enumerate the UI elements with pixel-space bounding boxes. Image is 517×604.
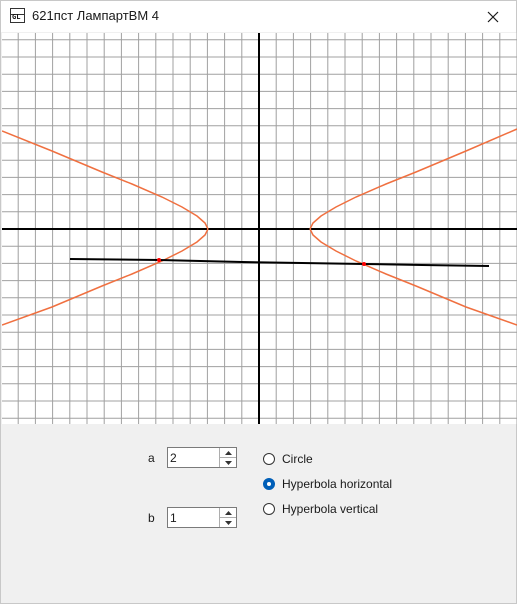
a-input[interactable]: 2 <box>170 451 177 465</box>
b-decrement-button[interactable] <box>220 518 236 527</box>
title-bar: GL 621пст ЛампартВМ 4 <box>1 1 516 32</box>
arrow-down-icon <box>224 460 232 465</box>
intersection-point-right <box>362 262 366 266</box>
radio-hyperbola-horizontal-label[interactable]: Hyperbola horizontal <box>282 477 392 491</box>
radio-indicator[interactable] <box>263 503 275 515</box>
app-gl-icon: GL <box>10 8 25 23</box>
radio-hyperbola-vertical[interactable]: Hyperbola vertical <box>263 501 378 517</box>
b-input[interactable]: 1 <box>170 511 177 525</box>
radio-hyperbola-vertical-label[interactable]: Hyperbola vertical <box>282 502 378 516</box>
window-title: 621пст ЛампартВМ 4 <box>32 8 160 23</box>
radio-hyperbola-horizontal[interactable]: Hyperbola horizontal <box>263 476 392 492</box>
app-window: GL 621пст ЛампартВМ 4 a 2 b 1 Circle Hyp… <box>0 0 517 604</box>
graph-canvas[interactable] <box>2 33 517 424</box>
arrow-up-icon <box>224 510 232 515</box>
a-label: a <box>148 451 155 465</box>
a-decrement-button[interactable] <box>220 458 236 467</box>
radio-indicator[interactable] <box>263 453 275 465</box>
b-spinbox[interactable]: 1 <box>167 507 237 528</box>
hyperbola-left-upper <box>2 130 209 230</box>
arrow-down-icon <box>224 520 232 525</box>
a-spinbox[interactable]: 2 <box>167 447 237 468</box>
radio-circle-label[interactable]: Circle <box>282 452 313 466</box>
b-increment-button[interactable] <box>220 508 236 518</box>
radio-circle[interactable]: Circle <box>263 451 313 467</box>
arrow-up-icon <box>224 450 232 455</box>
intersection-point-left <box>157 258 161 262</box>
radio-indicator[interactable] <box>263 478 275 490</box>
close-button[interactable] <box>470 1 516 32</box>
a-increment-button[interactable] <box>220 448 236 458</box>
b-label: b <box>148 511 155 525</box>
close-icon <box>487 11 499 22</box>
hyperbola-left-lower <box>2 228 209 326</box>
secant-line <box>69 258 490 267</box>
